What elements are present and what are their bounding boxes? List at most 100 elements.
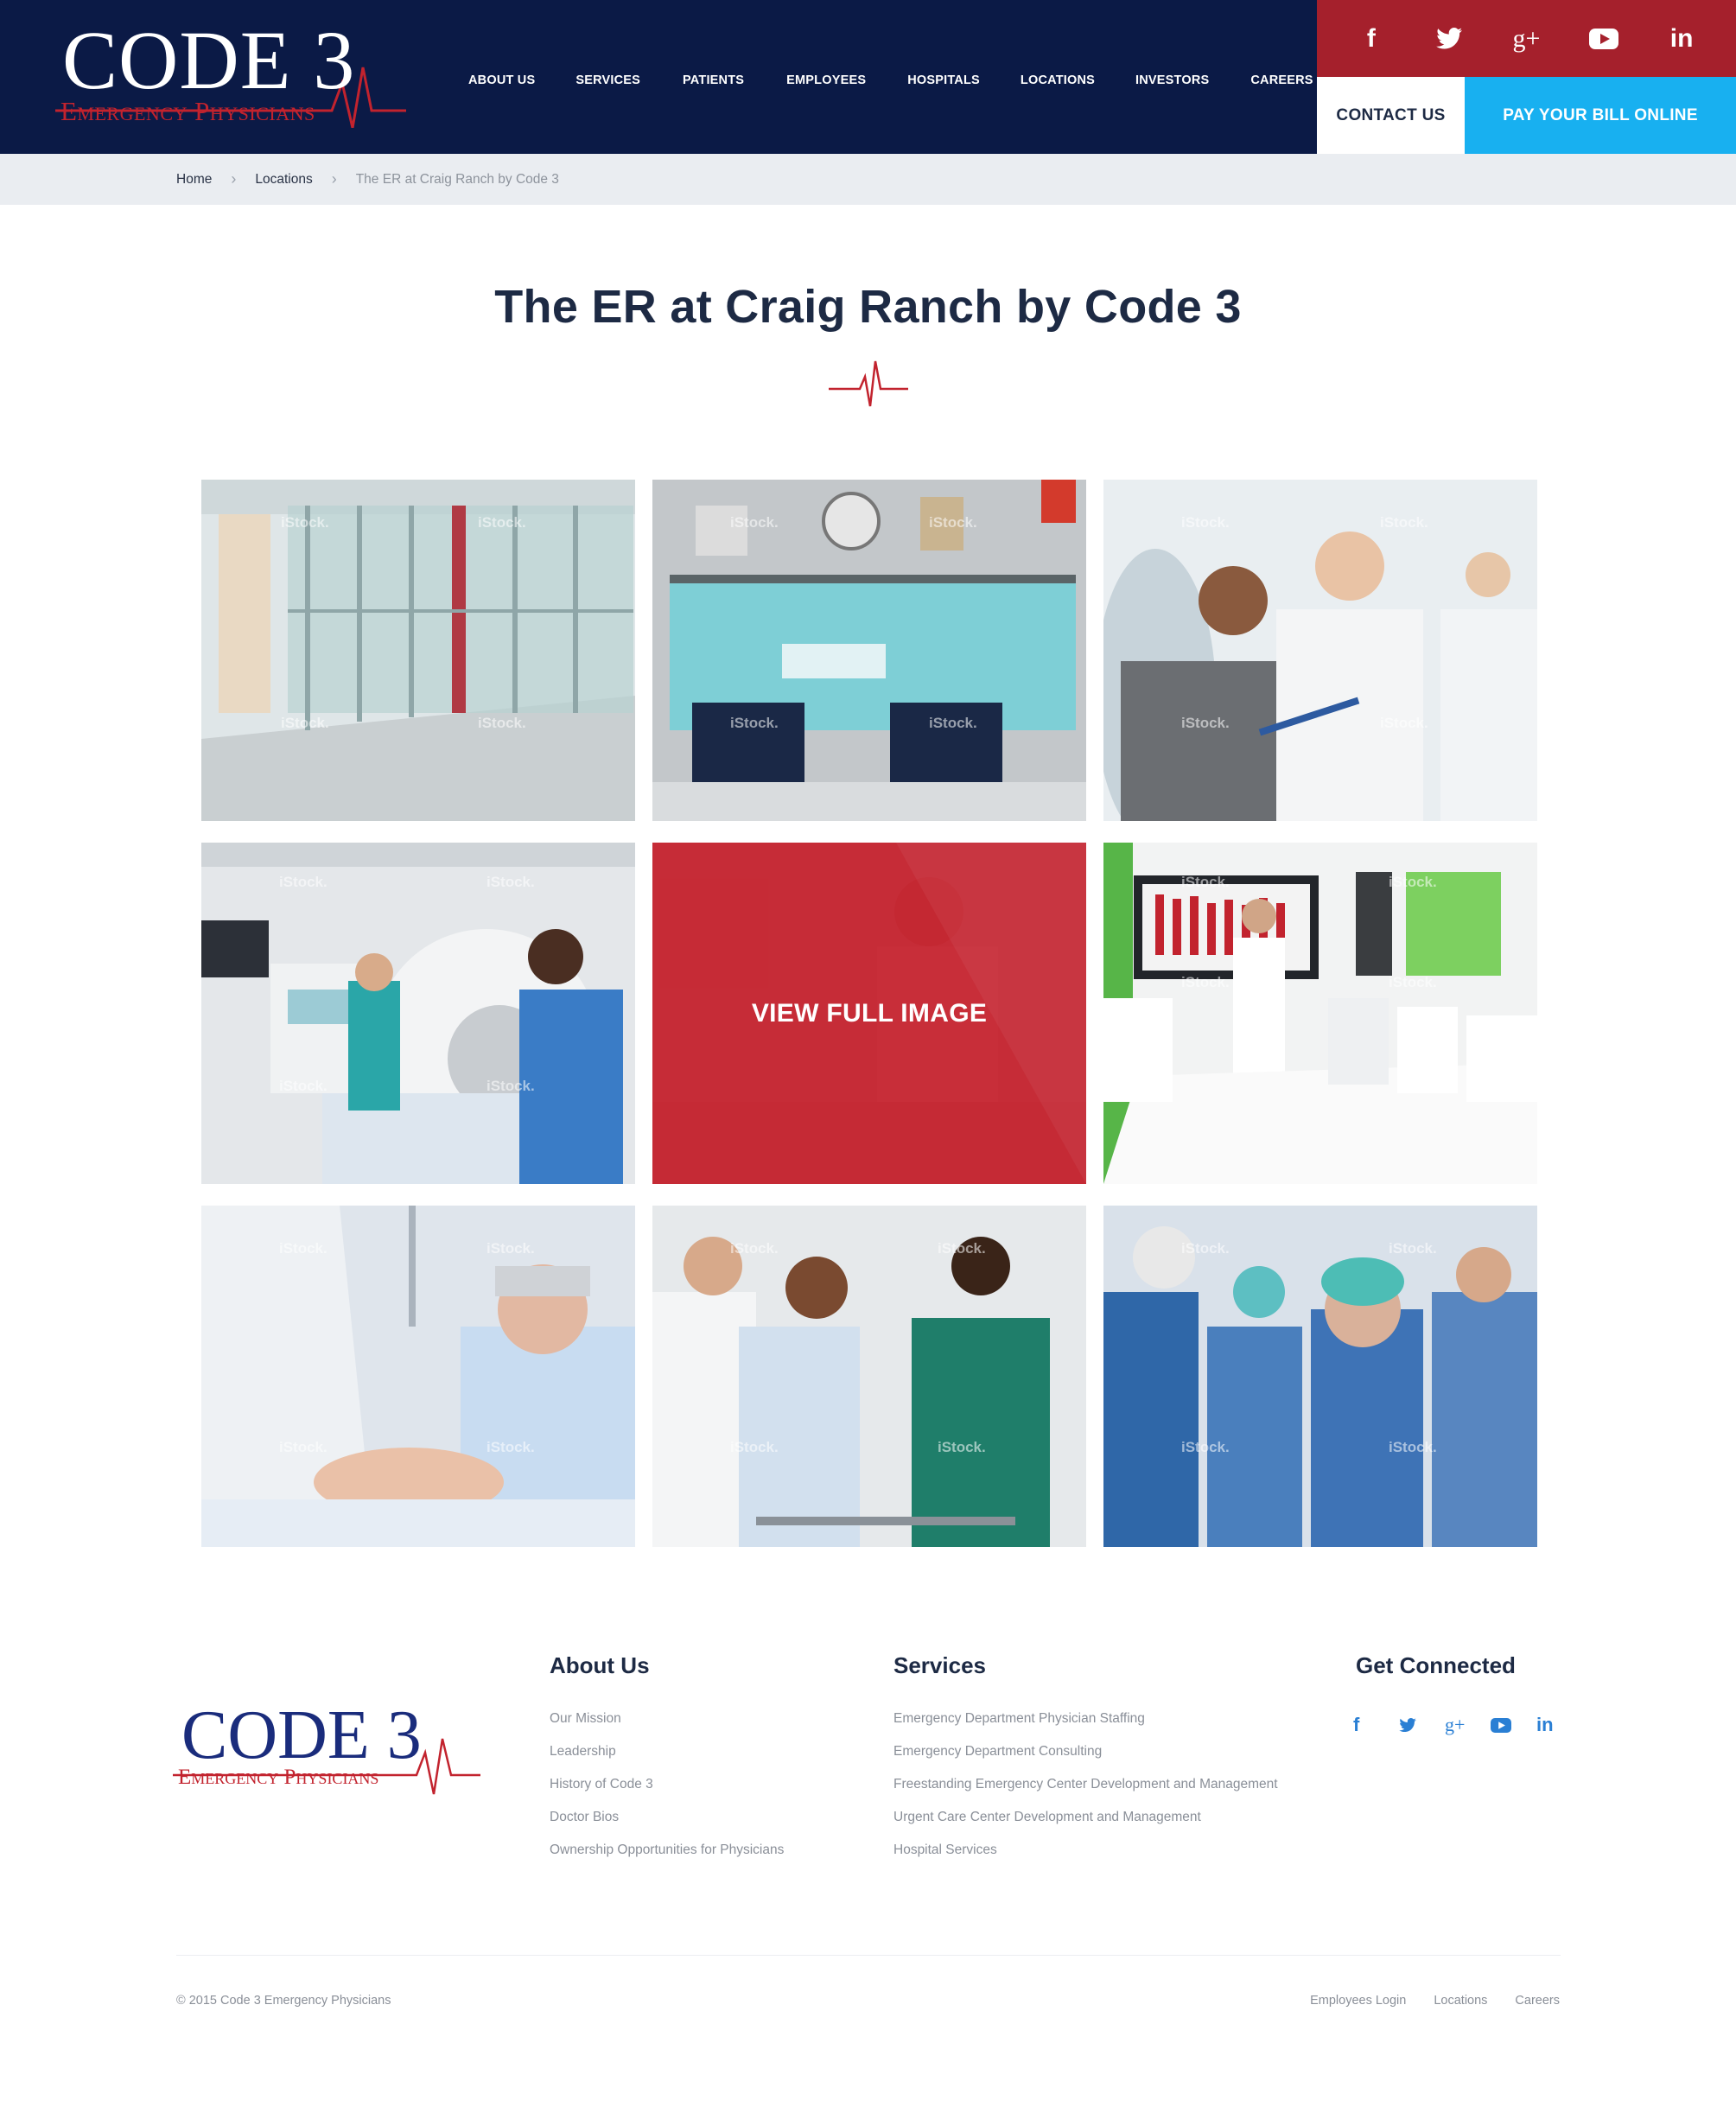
- header-social-bar: f g+ in: [1317, 0, 1736, 77]
- watermark: iStock.: [1181, 514, 1230, 531]
- hallway-photo: [201, 480, 635, 821]
- watermark: iStock.: [1181, 1240, 1230, 1257]
- watermark: iStock.: [1389, 1240, 1437, 1257]
- twitter-icon[interactable]: [1423, 22, 1475, 56]
- nav-employees[interactable]: EMPLOYEES: [786, 71, 866, 90]
- watermark: iStock.: [938, 1439, 986, 1455]
- footer-bottom-links: Employees Login Locations Careers: [1282, 1994, 1560, 2008]
- site-header: CODE 3 Emergency Physicians ABOUT US SER…: [0, 0, 1736, 154]
- footer-link-freestanding[interactable]: Freestanding Emergency Center Developmen…: [893, 1768, 1278, 1801]
- footer-link-history[interactable]: History of Code 3: [550, 1768, 784, 1801]
- watermark: iStock.: [279, 1439, 327, 1455]
- footer-link-employees-login[interactable]: Employees Login: [1310, 1994, 1406, 2008]
- nav-about-us[interactable]: ABOUT US: [468, 71, 535, 90]
- footer-link-our-mission[interactable]: Our Mission: [550, 1702, 784, 1735]
- footer-social-icons: f g+ in: [1353, 1712, 1582, 1738]
- footer-about-heading: About Us: [550, 1652, 650, 1678]
- nav-careers[interactable]: CAREERS: [1250, 71, 1313, 90]
- watermark: iStock.: [478, 514, 526, 531]
- watermark: iStock.: [486, 1439, 535, 1455]
- watermark: iStock.: [279, 1240, 327, 1257]
- footer-logo-tagline: Emergency Physicians: [178, 1766, 379, 1789]
- logo-wordmark: CODE 3: [62, 14, 356, 106]
- site-logo[interactable]: CODE 3 Emergency Physicians: [55, 19, 410, 131]
- watermark: iStock.: [929, 715, 977, 731]
- page-title: The ER at Craig Ranch by Code 3: [494, 281, 1242, 333]
- watermark: iStock.: [1181, 1439, 1230, 1455]
- footer-link-doctor-bios[interactable]: Doctor Bios: [550, 1801, 784, 1834]
- watermark: iStock.: [1380, 715, 1428, 731]
- linkedin-icon[interactable]: in: [1536, 1712, 1582, 1738]
- watermark: iStock.: [730, 1240, 779, 1257]
- footer-link-hospital-services[interactable]: Hospital Services: [893, 1834, 1278, 1867]
- photo-gallery: iStock. iStock. iStock. iStock. iStock. …: [201, 480, 1537, 1547]
- gallery-image-operating-room[interactable]: iStock. iStock. iStock. iStock.: [652, 480, 1086, 821]
- facebook-icon[interactable]: f: [1353, 1712, 1399, 1738]
- watermark: iStock.: [486, 1240, 535, 1257]
- copyright-text: © 2015 Code 3 Emergency Physicians: [176, 1994, 391, 2008]
- gallery-image-patient-bed[interactable]: iStock. iStock. iStock. iStock.: [201, 1206, 635, 1547]
- nav-locations[interactable]: LOCATIONS: [1021, 71, 1095, 90]
- doctors-meeting-photo: [1103, 480, 1537, 821]
- physical-therapy-photo: [652, 1206, 1086, 1547]
- gallery-image-ct-scanner[interactable]: iStock. iStock. iStock. iStock.: [201, 843, 635, 1184]
- footer-divider: [176, 1955, 1561, 1956]
- contact-us-button[interactable]: CONTACT US: [1317, 77, 1465, 154]
- watermark: iStock.: [938, 1240, 986, 1257]
- view-full-image-label: VIEW FULL IMAGE: [751, 998, 988, 1028]
- breadcrumb-home[interactable]: Home: [176, 172, 212, 188]
- facebook-icon[interactable]: f: [1345, 22, 1397, 56]
- gallery-image-conference-room[interactable]: iStock. iStock. iStock. iStock.: [1103, 843, 1537, 1184]
- gallery-image-physical-therapy[interactable]: iStock. iStock. iStock. iStock.: [652, 1206, 1086, 1547]
- breadcrumb-bar: Home › Locations › The ER at Craig Ranch…: [0, 154, 1736, 205]
- breadcrumb-separator: ›: [231, 170, 237, 188]
- google-plus-icon[interactable]: g+: [1445, 1712, 1491, 1738]
- nav-hospitals[interactable]: HOSPITALS: [907, 71, 980, 90]
- footer-link-ownership[interactable]: Ownership Opportunities for Physicians: [550, 1834, 784, 1867]
- footer-link-urgent-care[interactable]: Urgent Care Center Development and Manag…: [893, 1801, 1278, 1834]
- footer-logo[interactable]: CODE 3 Emergency Physicians: [173, 1701, 484, 1796]
- footer-connected-heading: Get Connected: [1356, 1652, 1516, 1678]
- nav-patients[interactable]: PATIENTS: [683, 71, 744, 90]
- logo-tagline: Emergency Physicians: [60, 96, 315, 126]
- footer-services-heading: Services: [893, 1652, 986, 1678]
- pay-bill-online-button[interactable]: PAY YOUR BILL ONLINE: [1465, 77, 1736, 154]
- watermark: iStock.: [730, 1439, 779, 1455]
- footer-logo-wordmark: CODE 3: [181, 1697, 422, 1773]
- gallery-image-doctors-meeting[interactable]: iStock. iStock. iStock. iStock.: [1103, 480, 1537, 821]
- watermark: iStock.: [1389, 1439, 1437, 1455]
- gallery-image-surgical-team[interactable]: iStock. iStock. iStock. iStock.: [1103, 1206, 1537, 1547]
- youtube-icon[interactable]: [1491, 1712, 1536, 1738]
- breadcrumb-current: The ER at Craig Ranch by Code 3: [355, 171, 559, 187]
- footer-link-leadership[interactable]: Leadership: [550, 1735, 784, 1768]
- footer-link-ed-consulting[interactable]: Emergency Department Consulting: [893, 1735, 1278, 1768]
- gallery-image-hallway[interactable]: iStock. iStock. iStock. iStock.: [201, 480, 635, 821]
- nav-investors[interactable]: INVESTORS: [1135, 71, 1209, 90]
- footer-connected-column: Get Connected: [1356, 1651, 1516, 1702]
- view-full-image-overlay[interactable]: VIEW FULL IMAGE: [652, 843, 1086, 1184]
- watermark: iStock.: [486, 1078, 535, 1094]
- footer-link-physician-staffing[interactable]: Emergency Department Physician Staffing: [893, 1702, 1278, 1735]
- watermark: iStock.: [929, 514, 977, 531]
- breadcrumb-locations[interactable]: Locations: [255, 172, 312, 188]
- watermark: iStock.: [279, 1078, 327, 1094]
- youtube-icon[interactable]: [1578, 22, 1630, 56]
- google-plus-icon[interactable]: g+: [1500, 22, 1552, 56]
- twitter-icon[interactable]: [1399, 1712, 1445, 1738]
- main-nav: ABOUT US SERVICES PATIENTS EMPLOYEES HOS…: [468, 71, 1313, 90]
- watermark: iStock.: [730, 715, 779, 731]
- breadcrumb: Home › Locations › The ER at Craig Ranch…: [176, 154, 559, 205]
- watermark: iStock.: [1181, 715, 1230, 731]
- footer-services-column: Services Emergency Department Physician …: [893, 1651, 1278, 1867]
- linkedin-icon[interactable]: in: [1656, 22, 1707, 56]
- watermark: iStock.: [281, 514, 329, 531]
- footer-link-careers[interactable]: Careers: [1515, 1994, 1560, 2008]
- surgical-team-photo: [1103, 1206, 1537, 1547]
- footer-link-locations[interactable]: Locations: [1434, 1994, 1487, 2008]
- patient-bed-photo: [201, 1206, 635, 1547]
- nav-services[interactable]: SERVICES: [575, 71, 640, 90]
- watermark: iStock.: [1181, 974, 1230, 990]
- ct-scanner-photo: [201, 843, 635, 1184]
- watermark: iStock.: [1389, 874, 1437, 890]
- gallery-image-featured[interactable]: VIEW FULL IMAGE: [652, 843, 1086, 1184]
